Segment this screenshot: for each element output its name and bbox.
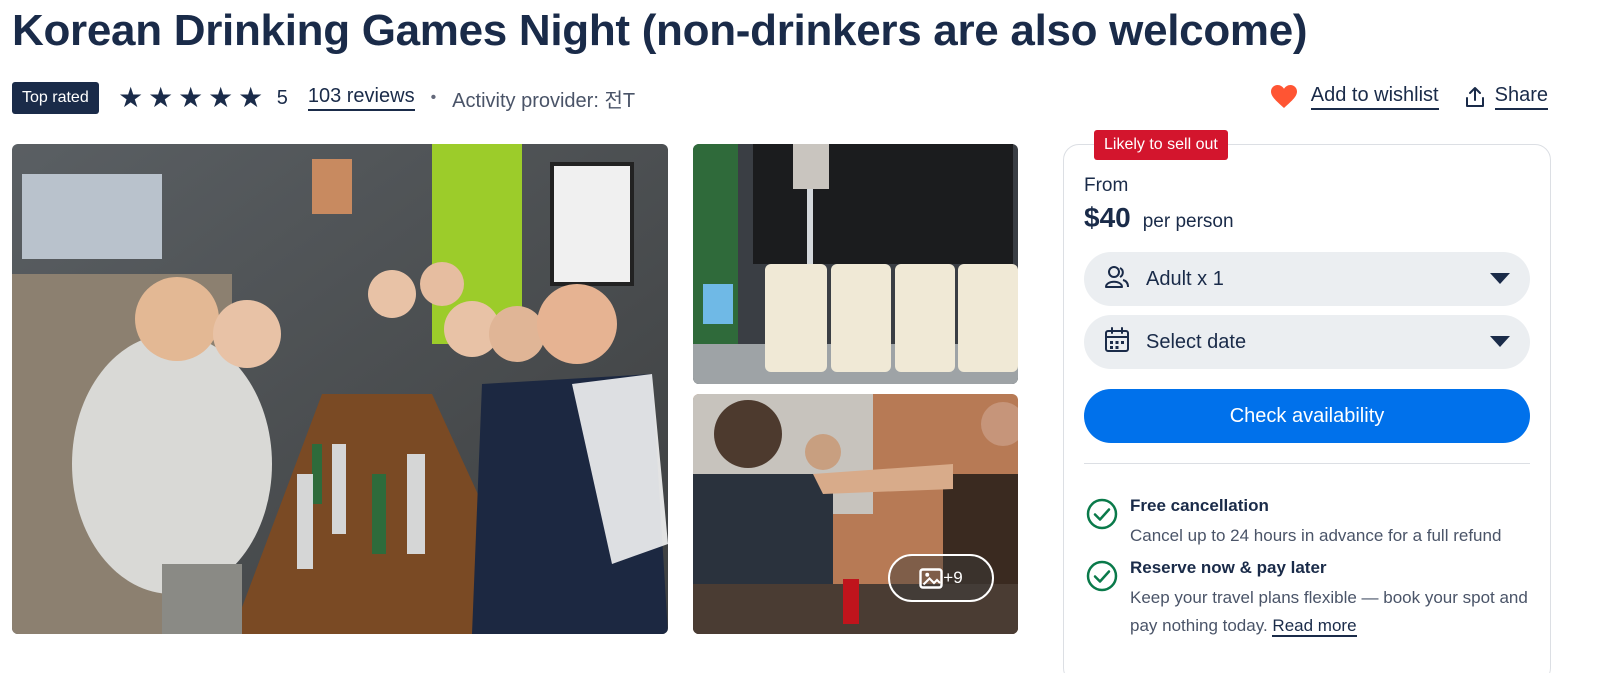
main-photo[interactable] xyxy=(12,144,668,634)
from-label: From xyxy=(1084,175,1129,196)
check-availability-button[interactable]: Check availability xyxy=(1084,389,1530,443)
participants-select[interactable]: Adult x 1 xyxy=(1084,252,1530,306)
check-circle-icon xyxy=(1086,498,1118,535)
price-amount: $40 xyxy=(1084,202,1131,233)
star-icon: ★ xyxy=(208,82,234,113)
add-to-wishlist-button[interactable]: Add to wishlist xyxy=(1270,84,1439,110)
participants-value: Adult x 1 xyxy=(1146,267,1224,290)
activity-provider: Activity provider: 전T xyxy=(452,89,636,112)
star-icon: ★ xyxy=(238,82,264,113)
users-icon xyxy=(1104,265,1130,294)
price: $40 per person xyxy=(1084,202,1234,234)
heart-icon xyxy=(1270,85,1297,109)
price-unit: per person xyxy=(1142,211,1234,232)
side-photo-2[interactable]: +9 xyxy=(693,394,1018,634)
likely-to-sell-out-badge: Likely to sell out xyxy=(1094,130,1228,160)
date-select[interactable]: Select date xyxy=(1084,315,1530,369)
star-icon: ★ xyxy=(118,82,144,113)
separator-dot: • xyxy=(430,89,437,106)
top-rated-badge: Top rated xyxy=(12,82,99,114)
read-more-link[interactable]: Read more xyxy=(1272,616,1357,637)
side-photo-1[interactable] xyxy=(693,144,1018,384)
share-icon xyxy=(1465,86,1485,108)
more-photos-button[interactable]: +9 xyxy=(888,554,994,602)
chevron-down-icon xyxy=(1490,273,1510,284)
star-rating: ★ ★ ★ ★ ★ xyxy=(117,84,267,112)
divider xyxy=(1084,463,1530,464)
feature-free-cancellation: Free cancellation Cancel up to 24 hours … xyxy=(1084,496,1530,556)
check-circle-icon xyxy=(1086,560,1118,597)
star-icon: ★ xyxy=(148,82,174,113)
share-label: Share xyxy=(1494,84,1548,110)
feature-description: Cancel up to 24 hours in advance for a f… xyxy=(1130,526,1502,545)
rating-value: 5 xyxy=(276,86,288,109)
date-value: Select date xyxy=(1146,330,1247,353)
share-button[interactable]: Share xyxy=(1465,84,1548,110)
more-photos-count: +9 xyxy=(943,568,963,587)
feature-reserve-now: Reserve now & pay later Keep your travel… xyxy=(1084,558,1530,648)
wishlist-label: Add to wishlist xyxy=(1310,84,1439,110)
feature-description: Keep your travel plans flexible — book y… xyxy=(1130,584,1530,640)
feature-title: Reserve now & pay later xyxy=(1130,558,1327,577)
reviews-link[interactable]: 103 reviews xyxy=(307,85,415,111)
feature-title: Free cancellation xyxy=(1130,496,1269,515)
chevron-down-icon xyxy=(1490,336,1510,347)
page-title: Korean Drinking Games Night (non-drinker… xyxy=(12,6,1308,55)
star-icon: ★ xyxy=(178,82,204,113)
meta-row: Top rated ★ ★ ★ ★ ★ 5 103 reviews • Acti… xyxy=(12,80,635,116)
image-icon xyxy=(919,567,943,589)
header-actions: Add to wishlist Share xyxy=(1245,84,1548,110)
calendar-icon xyxy=(1104,326,1130,358)
